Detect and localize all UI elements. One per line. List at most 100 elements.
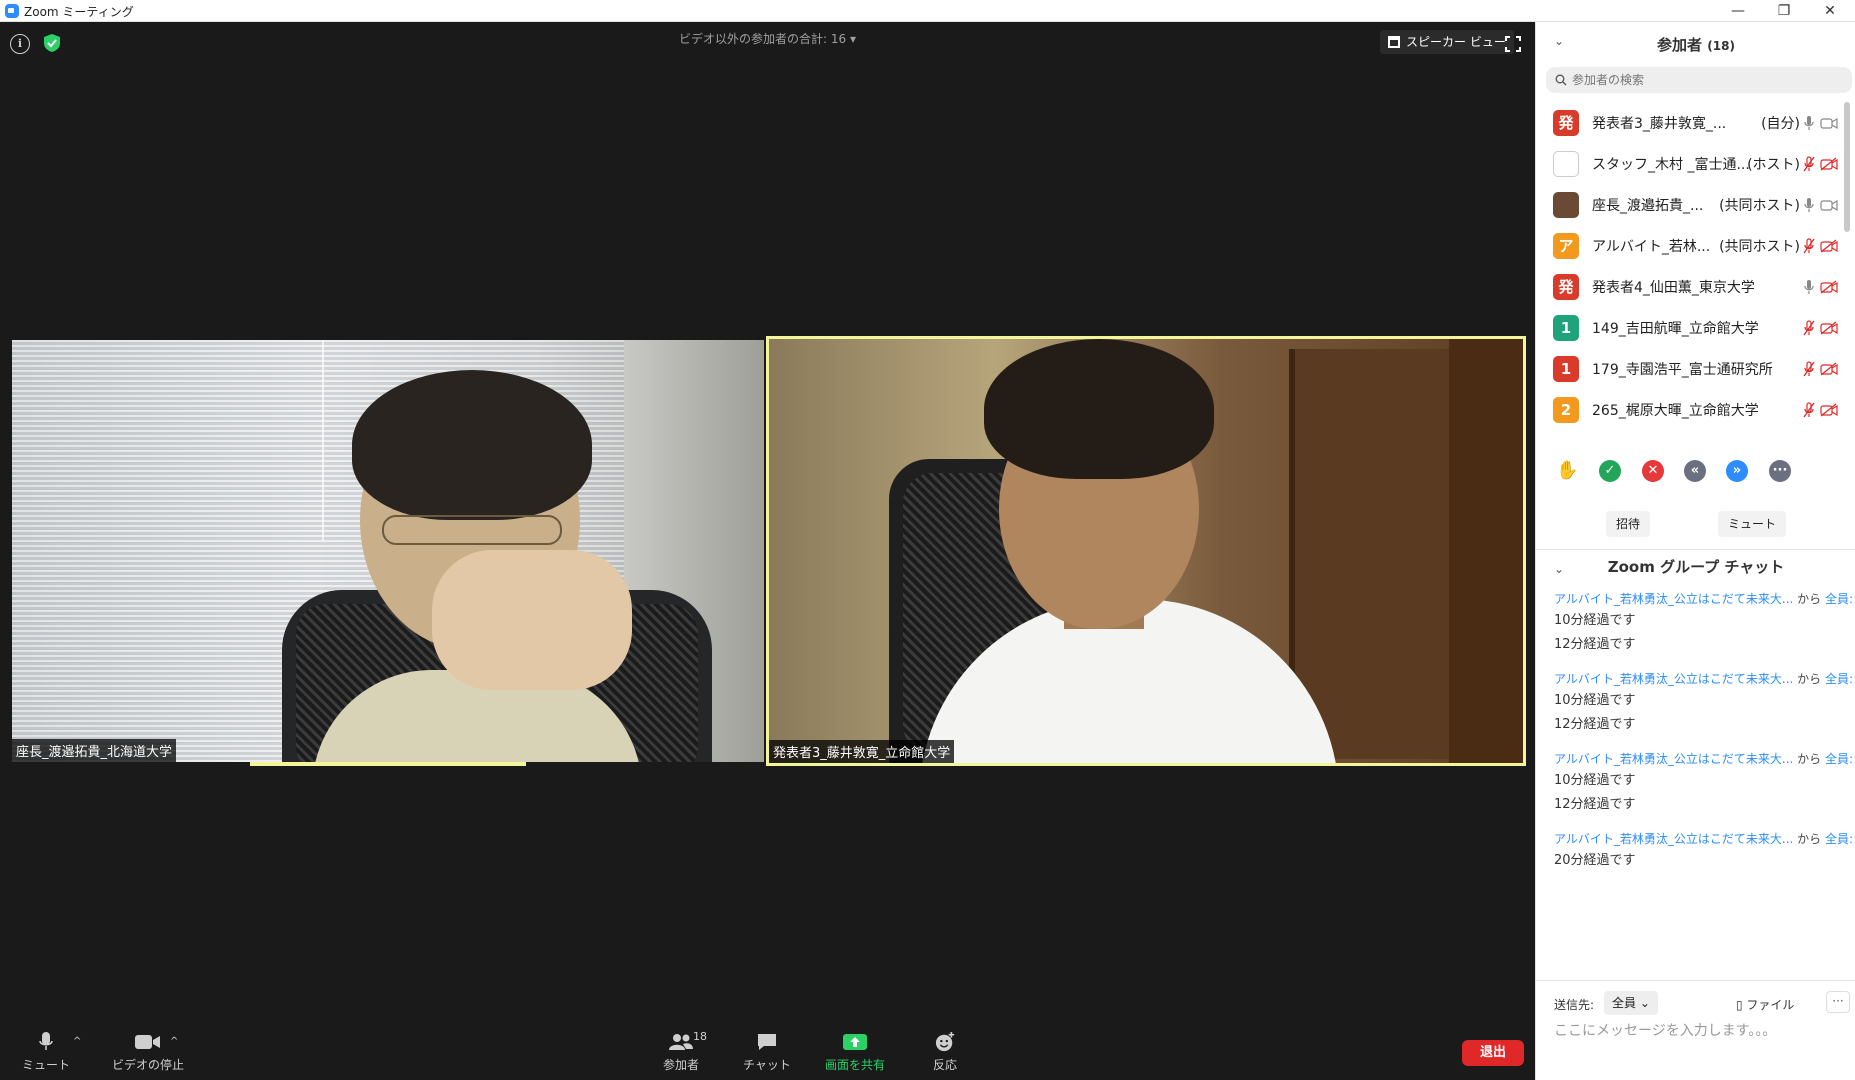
chat-button[interactable]: チャット (727, 1028, 807, 1078)
mute-all-button[interactable]: ミュート (1718, 511, 1787, 537)
participant-name: 265_梶原大暉_立命館大学 (1592, 403, 1759, 419)
participant-row[interactable]: 1 149_吉田航暉_立命館大学 (1536, 307, 1844, 348)
close-button[interactable]: ✕ (1807, 0, 1853, 22)
chat-recipient[interactable]: 全員: (1825, 592, 1853, 606)
microphone-muted-icon[interactable] (1802, 156, 1816, 172)
participant-name-tag: 発表者3_藤井敦寛_立命館大学 (769, 740, 955, 763)
video-tile-chair[interactable]: 座長_渡邉拓貴_北海道大学 (12, 340, 764, 762)
microphone-icon[interactable] (1802, 197, 1816, 213)
reactions-label: 反応 (932, 1058, 957, 1072)
participant-role: (共同ホスト) (1719, 239, 1800, 255)
chat-more-button[interactable]: ··· (1826, 991, 1850, 1013)
file-icon: ▯ (1736, 998, 1747, 1012)
chat-message-text: 10分経過です (1554, 693, 1636, 708)
video-off-icon[interactable] (1820, 403, 1838, 417)
share-screen-button[interactable]: 画面を共有 (815, 1028, 895, 1078)
video-camera-icon[interactable] (1820, 198, 1838, 212)
chat-message-text: 10分経過です (1554, 773, 1636, 788)
participant-row[interactable]: 発発表者4_仙田薫_東京大学 (1536, 266, 1844, 307)
microphone-muted-icon[interactable] (1802, 361, 1816, 377)
participants-button[interactable]: 18 参加者 (641, 1028, 721, 1078)
slower-icon[interactable]: « (1684, 460, 1706, 482)
microphone-muted-icon[interactable] (1802, 402, 1816, 418)
participant-name: 149_吉田航暉_立命館大学 (1592, 321, 1759, 337)
microphone-icon (39, 1032, 53, 1050)
chat-recipient[interactable]: 全員: (1825, 752, 1853, 766)
non-video-participant-count[interactable]: ビデオ以外の参加者の合計: 16 ▾ (0, 30, 1535, 47)
participant-name-tag: 座長_渡邉拓貴_北海道大学 (12, 739, 177, 762)
participant-row[interactable]: 発発表者3_藤井敦寛_... (自分) (1536, 102, 1844, 143)
minimize-button[interactable]: — (1715, 0, 1761, 22)
participant-row[interactable]: スタッフ_木村 _富士通... (ホスト) (1536, 143, 1844, 184)
video-tile-presenter[interactable]: 発表者3_藤井敦寛_立命館大学 (766, 336, 1526, 766)
chat-sender[interactable]: アルバイト_若林勇汰_公立はこだて未来大... (1554, 592, 1793, 606)
chevron-down-icon: ⌄ (1639, 996, 1650, 1010)
microphone-muted-icon[interactable] (1802, 320, 1816, 336)
participant-name: 発表者4_仙田薫_東京大学 (1592, 280, 1755, 296)
participant-search-input[interactable] (1546, 67, 1852, 93)
person-hair (984, 339, 1214, 479)
video-off-icon[interactable] (1820, 362, 1838, 376)
video-off-icon[interactable] (1820, 157, 1838, 171)
maximize-button[interactable]: ❐ (1761, 0, 1807, 22)
chat-from-word: から (1797, 832, 1822, 846)
participant-name: スタッフ_木村 _富士通... (1592, 157, 1750, 173)
active-speaker-indicator (250, 762, 526, 766)
participant-row[interactable]: 座長_渡邉拓貴_... (共同ホスト) (1536, 184, 1844, 225)
chat-message-header: アルバイト_若林勇汰_公立はこだて未来大... から 全員: (1554, 750, 1853, 770)
participant-name: アルバイト_若林... (1592, 239, 1711, 255)
stop-video-button[interactable]: ビデオの停止 (98, 1028, 198, 1078)
microphone-muted-icon[interactable] (1802, 238, 1816, 254)
participants-count: 18 (693, 1030, 707, 1043)
leave-meeting-button[interactable]: 退出 (1462, 1040, 1524, 1066)
emoji-reaction-icon (935, 1032, 955, 1052)
window-titlebar: Zoom ミーティング — ❐ ✕ (0, 0, 1855, 22)
speaker-view-button[interactable]: スピーカー ビュー (1380, 30, 1514, 54)
microphone-icon[interactable] (1802, 279, 1816, 295)
speaker-view-icon (1388, 36, 1400, 48)
window-title: Zoom ミーティング (24, 5, 134, 19)
participants-title-text: 参加者 (1657, 36, 1703, 54)
chat-from-word: から (1797, 752, 1822, 766)
raise-hand-icon[interactable]: ✋ (1556, 460, 1578, 482)
chat-sender[interactable]: アルバイト_若林勇汰_公立はこだて未来大... (1554, 832, 1793, 846)
video-off-icon[interactable] (1820, 239, 1838, 253)
participant-row[interactable]: アアルバイト_若林... (共同ホスト) (1536, 225, 1844, 266)
send-to-dropdown[interactable]: 全員 ⌄ (1604, 991, 1658, 1015)
more-icon[interactable]: ··· (1769, 460, 1791, 482)
video-camera-icon (135, 1035, 160, 1049)
chat-message-input[interactable]: ここにメッセージを入力します。。。 (1554, 1020, 1776, 1040)
chat-bubble-icon (758, 1034, 776, 1050)
chat-recipient[interactable]: 全員: (1825, 832, 1853, 846)
chat-sender[interactable]: アルバイト_若林勇汰_公立はこだて未来大... (1554, 752, 1793, 766)
video-options-caret[interactable]: ^ (170, 1036, 178, 1047)
participants-icon: 18 (661, 1030, 707, 1052)
participant-row[interactable]: 2 265_梶原大暉_立命館大学 (1536, 389, 1844, 430)
video-off-icon[interactable] (1820, 321, 1838, 335)
participants-title: 参加者 (18) (1536, 34, 1855, 55)
participant-avatar: ア (1553, 233, 1579, 259)
chat-message-header: アルバイト_若林勇汰_公立はこだて未来大... から 全員: (1554, 830, 1853, 850)
faster-icon[interactable]: » (1726, 460, 1748, 482)
video-off-icon[interactable] (1820, 280, 1838, 294)
participant-row[interactable]: 1 179_寺園浩平_富士通研究所 (1536, 348, 1844, 389)
file-button[interactable]: ▯ ファイル (1736, 996, 1794, 1013)
chat-recipient[interactable]: 全員: (1825, 672, 1853, 686)
no-icon[interactable]: ✕ (1642, 460, 1664, 482)
video-camera-icon[interactable] (1820, 116, 1838, 130)
invite-button[interactable]: 招待 (1606, 511, 1651, 537)
chat-sender[interactable]: アルバイト_若林勇汰_公立はこだて未来大... (1554, 672, 1793, 686)
audio-options-caret[interactable]: ^ (73, 1036, 81, 1047)
participants-title-count: (18) (1707, 39, 1735, 53)
participant-list-scrollbar[interactable] (1844, 102, 1850, 232)
reactions-button[interactable]: 反応 (905, 1028, 985, 1078)
microphone-icon[interactable] (1802, 115, 1816, 131)
participant-avatar: 1 (1553, 356, 1579, 382)
fullscreen-icon[interactable] (1505, 36, 1521, 52)
chat-message-header: アルバイト_若林勇汰_公立はこだて未来大... から 全員: (1554, 590, 1853, 610)
yes-icon[interactable]: ✓ (1599, 460, 1621, 482)
participant-role: (ホスト) (1747, 157, 1800, 173)
meeting-area: i ビデオ以外の参加者の合計: 16 ▾ スピーカー ビュー 座長_渡邉拓貴_北… (0, 22, 1535, 1080)
chat-message-text: 20分経過です (1554, 853, 1636, 868)
person-hair (352, 370, 592, 520)
